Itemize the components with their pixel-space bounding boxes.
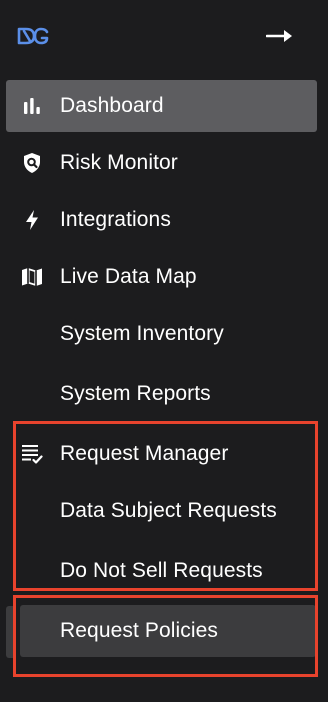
sidebar-item-live-data-map[interactable]: Live Data Map: [6, 251, 317, 303]
sidebar-item-label: System Inventory: [60, 322, 224, 345]
lightning-icon: [20, 208, 44, 232]
arrow-right-icon[interactable]: [266, 26, 294, 46]
checklist-icon: [20, 442, 44, 466]
sidebar-item-label: Request Manager: [60, 442, 229, 465]
bar-chart-icon: [20, 94, 44, 118]
sidebar-item-label: Data Subject Requests: [60, 499, 277, 522]
sidebar-item-label: Integrations: [60, 208, 171, 231]
sidebar-item-do-not-sell-requests[interactable]: Do Not Sell Requests: [6, 545, 317, 597]
sidebar-item-risk-monitor[interactable]: Risk Monitor: [6, 137, 317, 189]
sidebar-item-label: Request Policies: [60, 619, 219, 642]
sidebar-header: [0, 0, 328, 72]
shield-search-icon: [20, 151, 44, 175]
sidebar-item-dashboard[interactable]: Dashboard: [6, 80, 317, 132]
selection-edge: [6, 606, 16, 658]
sidebar-item-label: Dashboard: [60, 94, 164, 117]
sidebar-item-data-subject-requests[interactable]: Data Subject Requests: [6, 485, 317, 537]
sidebar-item-label: Risk Monitor: [60, 151, 178, 174]
brand-logo-icon[interactable]: [17, 27, 49, 45]
sidebar-item-request-manager[interactable]: Request Manager: [6, 428, 317, 480]
map-icon: [20, 265, 44, 289]
sidebar-item-system-reports[interactable]: System Reports: [6, 368, 317, 420]
sidebar-item-label: Do Not Sell Requests: [60, 559, 263, 582]
sidebar-item-system-inventory[interactable]: System Inventory: [6, 308, 317, 360]
sidebar-item-label: System Reports: [60, 382, 211, 405]
sidebar-item-integrations[interactable]: Integrations: [6, 194, 317, 246]
sidebar-item-request-policies[interactable]: Request Policies: [20, 605, 316, 657]
sidebar-item-label: Live Data Map: [60, 265, 197, 288]
